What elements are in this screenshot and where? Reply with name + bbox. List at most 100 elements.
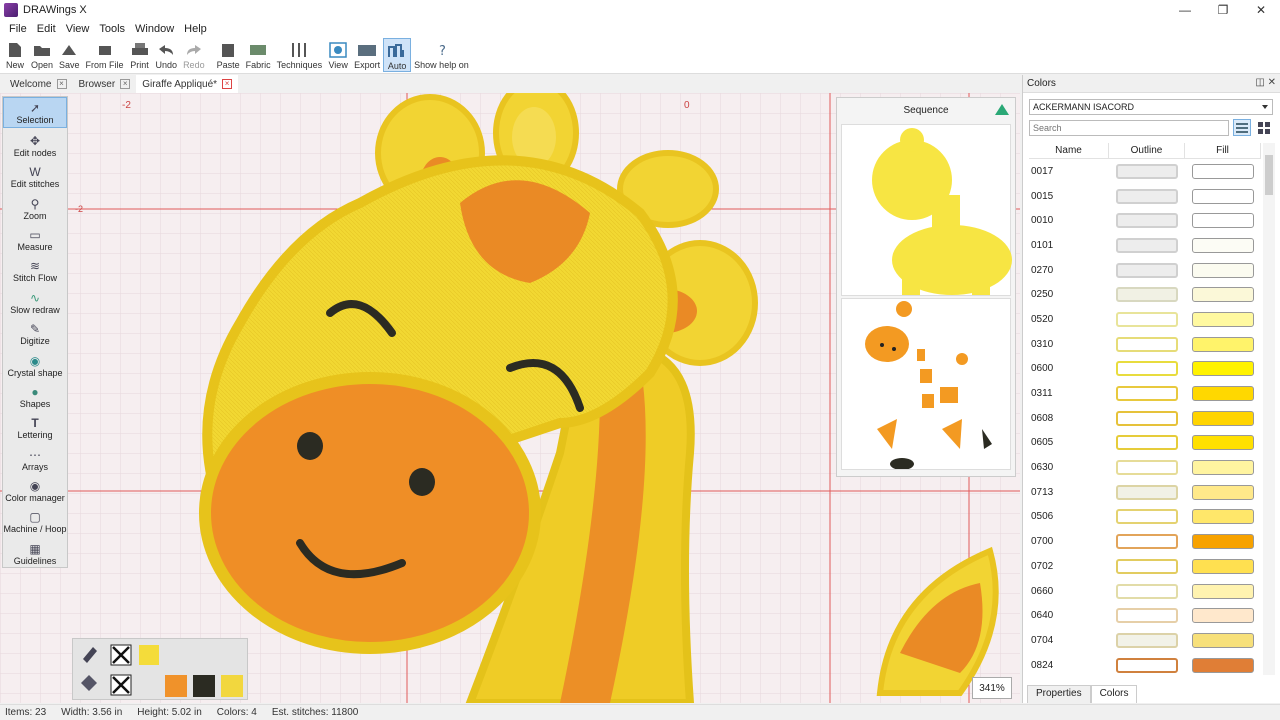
tool-shapes[interactable]: ● Shapes: [3, 380, 67, 411]
fill-swatch[interactable]: [1192, 558, 1254, 574]
color-row[interactable]: 0702: [1029, 554, 1261, 579]
color-row[interactable]: 0605: [1029, 431, 1261, 456]
color-row[interactable]: 0010: [1029, 208, 1261, 233]
outline-swatch[interactable]: [139, 645, 159, 665]
outline-swatch[interactable]: [1116, 435, 1178, 451]
menu-view[interactable]: View: [61, 23, 95, 35]
color-row[interactable]: 0630: [1029, 455, 1261, 480]
outline-swatch[interactable]: [1116, 237, 1178, 253]
tool-zoom[interactable]: ⚲ Zoom: [3, 191, 67, 222]
fill-swatch[interactable]: [1192, 262, 1254, 278]
column-fill[interactable]: Fill: [1185, 143, 1261, 158]
tool-color-manager[interactable]: ◉ Color manager: [3, 474, 67, 505]
export-button[interactable]: Export: [351, 38, 383, 70]
tool-edit-stitches[interactable]: W Edit stitches: [3, 160, 67, 191]
tab-colors[interactable]: Colors: [1090, 685, 1138, 703]
color-row[interactable]: 0640: [1029, 603, 1261, 628]
tool-measure[interactable]: ▭ Measure: [3, 223, 67, 254]
undo-button[interactable]: Undo: [153, 38, 181, 70]
pin-icon[interactable]: ◫: [1255, 77, 1264, 88]
tab-browser[interactable]: Browser ×: [73, 75, 137, 93]
fill-swatch[interactable]: [1192, 509, 1254, 525]
fill-bucket-icon[interactable]: [81, 675, 97, 691]
sequence-item[interactable]: [841, 124, 1012, 296]
outline-swatch[interactable]: [1116, 336, 1178, 352]
fabric-button[interactable]: Fabric: [243, 38, 274, 70]
save-button[interactable]: Save: [56, 38, 83, 70]
view-button[interactable]: View: [325, 38, 351, 70]
color-row[interactable]: 0520: [1029, 307, 1261, 332]
tool-crystal-shape[interactable]: ◉ Crystal shape: [3, 348, 67, 379]
menu-help[interactable]: Help: [179, 23, 212, 35]
outline-swatch[interactable]: [1116, 163, 1178, 179]
tool-guidelines[interactable]: ▦ Guidelines: [3, 536, 67, 567]
collapse-up-icon[interactable]: [995, 104, 1009, 115]
color-row[interactable]: 0101: [1029, 233, 1261, 258]
color-row[interactable]: 0713: [1029, 480, 1261, 505]
zoom-level[interactable]: 341%: [972, 677, 1012, 699]
outline-swatch[interactable]: [1116, 213, 1178, 229]
tool-stitch-flow[interactable]: ≋ Stitch Flow: [3, 254, 67, 285]
show-help-button[interactable]: ? Show help on: [411, 38, 472, 70]
tab-welcome[interactable]: Welcome ×: [4, 75, 73, 93]
fill-swatch[interactable]: [1192, 632, 1254, 648]
color-row[interactable]: 0310: [1029, 332, 1261, 357]
paste-button[interactable]: Paste: [214, 38, 243, 70]
thread-catalog-select[interactable]: ACKERMANN ISACORD: [1029, 99, 1273, 115]
print-button[interactable]: Print: [127, 38, 153, 70]
tool-selection[interactable]: ➚ Selection: [3, 97, 67, 129]
fill-swatch[interactable]: [1192, 311, 1254, 327]
no-outline-swatch[interactable]: [110, 644, 132, 666]
outline-swatch[interactable]: [1116, 558, 1178, 574]
outline-swatch[interactable]: [1116, 287, 1178, 303]
outline-swatch[interactable]: [1116, 484, 1178, 500]
fill-swatch[interactable]: [193, 675, 215, 697]
outline-swatch[interactable]: [1116, 361, 1178, 377]
redo-button[interactable]: Redo: [180, 38, 208, 70]
fill-swatch[interactable]: [1192, 410, 1254, 426]
outline-swatch[interactable]: [1116, 657, 1178, 673]
color-row[interactable]: 0660: [1029, 579, 1261, 604]
outline-swatch[interactable]: [1116, 262, 1178, 278]
outline-swatch[interactable]: [1116, 583, 1178, 599]
open-button[interactable]: Open: [28, 38, 56, 70]
outline-pencil-icon[interactable]: [83, 647, 97, 663]
no-fill-swatch[interactable]: [110, 674, 132, 696]
color-row[interactable]: 0600: [1029, 357, 1261, 382]
tool-machine-hoop[interactable]: ▢ Machine / Hoop: [3, 505, 67, 536]
auto-button[interactable]: Auto: [383, 38, 412, 72]
outline-swatch[interactable]: [1116, 608, 1178, 624]
menu-window[interactable]: Window: [130, 23, 179, 35]
tab-properties[interactable]: Properties: [1027, 685, 1091, 703]
color-row[interactable]: 0015: [1029, 184, 1261, 209]
grid-view-icon[interactable]: [1255, 119, 1273, 136]
fill-swatch[interactable]: [1192, 583, 1254, 599]
color-row[interactable]: 0704: [1029, 628, 1261, 653]
fill-swatch[interactable]: [1192, 188, 1254, 204]
new-button[interactable]: New: [2, 38, 28, 70]
tool-slow-redraw[interactable]: ∿ Slow redraw: [3, 285, 67, 316]
fill-swatch[interactable]: [1192, 213, 1254, 229]
outline-swatch[interactable]: [1116, 311, 1178, 327]
outline-swatch[interactable]: [1116, 632, 1178, 648]
fill-swatch[interactable]: [1192, 657, 1254, 673]
outline-swatch[interactable]: [1116, 509, 1178, 525]
column-name[interactable]: Name: [1029, 143, 1109, 158]
fill-swatch[interactable]: [1192, 484, 1254, 500]
fill-swatch[interactable]: [1192, 163, 1254, 179]
color-row[interactable]: 0017: [1029, 159, 1261, 184]
color-row[interactable]: 0700: [1029, 529, 1261, 554]
outline-swatch[interactable]: [1116, 460, 1178, 476]
techniques-button[interactable]: Techniques: [274, 38, 326, 70]
fill-swatch[interactable]: [1192, 361, 1254, 377]
scrollbar-thumb[interactable]: [1265, 155, 1273, 195]
tool-edit-nodes[interactable]: ✥ Edit nodes: [3, 128, 67, 159]
fill-swatch[interactable]: [1192, 460, 1254, 476]
fill-swatch[interactable]: [1192, 435, 1254, 451]
column-outline[interactable]: Outline: [1109, 143, 1185, 158]
outline-swatch[interactable]: [1116, 410, 1178, 426]
fill-swatch[interactable]: [1192, 336, 1254, 352]
color-row[interactable]: 0506: [1029, 505, 1261, 530]
colors-scrollbar[interactable]: [1263, 143, 1275, 675]
color-row[interactable]: 0250: [1029, 282, 1261, 307]
